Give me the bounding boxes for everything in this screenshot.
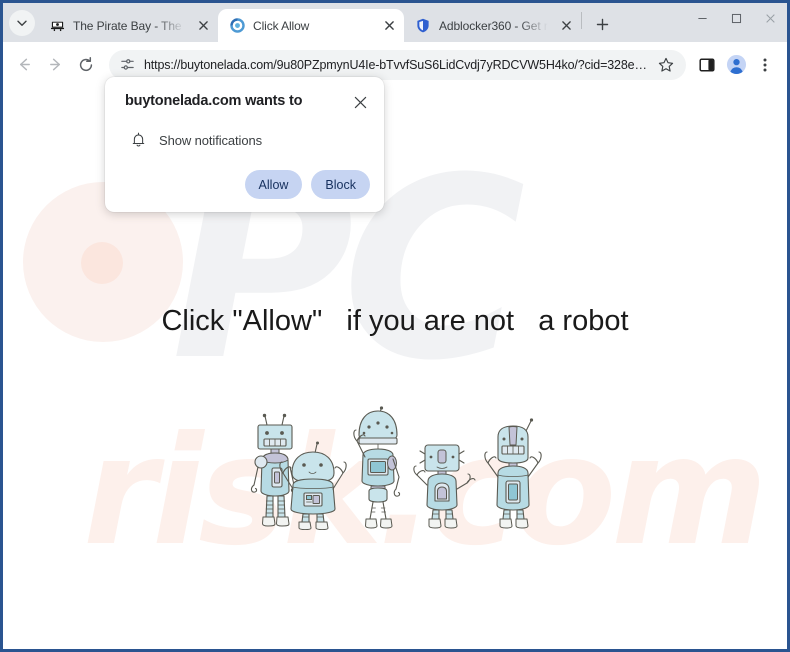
tab-strip: The Pirate Bay - The galaxy's Click Allo… (3, 3, 787, 42)
tab-separator (581, 12, 582, 29)
arrow-right-icon (49, 58, 60, 71)
reload-button[interactable] (71, 50, 101, 80)
watermark-dot (81, 242, 123, 284)
close-icon (198, 21, 208, 30)
notification-permission-dialog: buytonelada.com wants to Show notificati… (105, 77, 384, 212)
window-controls (685, 3, 787, 42)
tab-search-button[interactable] (9, 10, 35, 36)
url-text: https://buytonelada.com/9u80PZpmynU4Ie-b… (144, 57, 650, 72)
tab-close-button[interactable] (557, 17, 575, 35)
dialog-title: buytonelada.com wants to (125, 93, 303, 109)
maximize-icon (731, 13, 741, 24)
profile-button[interactable] (722, 51, 750, 79)
address-bar[interactable]: https://buytonelada.com/9u80PZpmynU4Ie-b… (109, 49, 686, 80)
dialog-header: buytonelada.com wants to (125, 92, 370, 112)
allow-button[interactable]: Allow (244, 170, 303, 199)
tab-click-allow[interactable]: Click Allow (218, 9, 404, 42)
bell-icon (129, 132, 147, 148)
tab-adblocker360[interactable]: Adblocker360 - Get rid of a (404, 9, 581, 42)
reload-icon (79, 56, 93, 71)
close-window-button[interactable] (753, 3, 787, 34)
chrome-menu-button[interactable] (751, 51, 779, 79)
block-button[interactable]: Block (311, 170, 370, 199)
plus-icon (596, 18, 608, 30)
profile-avatar-icon (726, 54, 746, 75)
page-headline: Click "Allow" if you are not a robot (161, 305, 629, 337)
tab-title: The Pirate Bay - The galaxy's (73, 18, 188, 33)
close-icon (765, 14, 775, 23)
close-icon (384, 21, 394, 30)
bookmark-star-icon[interactable] (658, 57, 674, 73)
tab-close-button[interactable] (380, 17, 398, 35)
tab-title: Adblocker360 - Get rid of a (439, 18, 551, 33)
new-tab-button[interactable] (589, 11, 615, 37)
three-dots-icon (763, 58, 767, 71)
arrow-left-icon (19, 58, 30, 71)
click-allow-icon (229, 18, 245, 34)
back-button[interactable] (9, 50, 39, 80)
pirate-bay-icon (49, 18, 65, 34)
tab-title: Click Allow (253, 18, 310, 33)
side-panel-icon (699, 57, 715, 72)
dialog-close-button[interactable] (350, 92, 370, 112)
maximize-button[interactable] (719, 3, 753, 34)
close-icon (561, 21, 571, 30)
forward-button[interactable] (40, 50, 70, 80)
tab-the-pirate-bay[interactable]: The Pirate Bay - The galaxy's (38, 9, 218, 42)
site-settings-icon[interactable] (120, 57, 135, 72)
permission-row: Show notifications (125, 132, 370, 148)
minimize-icon (697, 17, 707, 20)
close-icon (354, 96, 366, 108)
tab-close-button[interactable] (194, 17, 212, 35)
chevron-down-icon (17, 20, 27, 26)
browser-window: The Pirate Bay - The galaxy's Click Allo… (0, 0, 790, 652)
minimize-button[interactable] (685, 3, 719, 34)
dialog-actions: Allow Block (125, 170, 370, 199)
shield-icon (415, 18, 431, 34)
side-panel-button[interactable] (693, 51, 721, 79)
robots-illustration: .bd { fill:#b7dbe4; stroke:#5a5a52; stro… (235, 405, 555, 530)
permission-label: Show notifications (159, 132, 262, 148)
